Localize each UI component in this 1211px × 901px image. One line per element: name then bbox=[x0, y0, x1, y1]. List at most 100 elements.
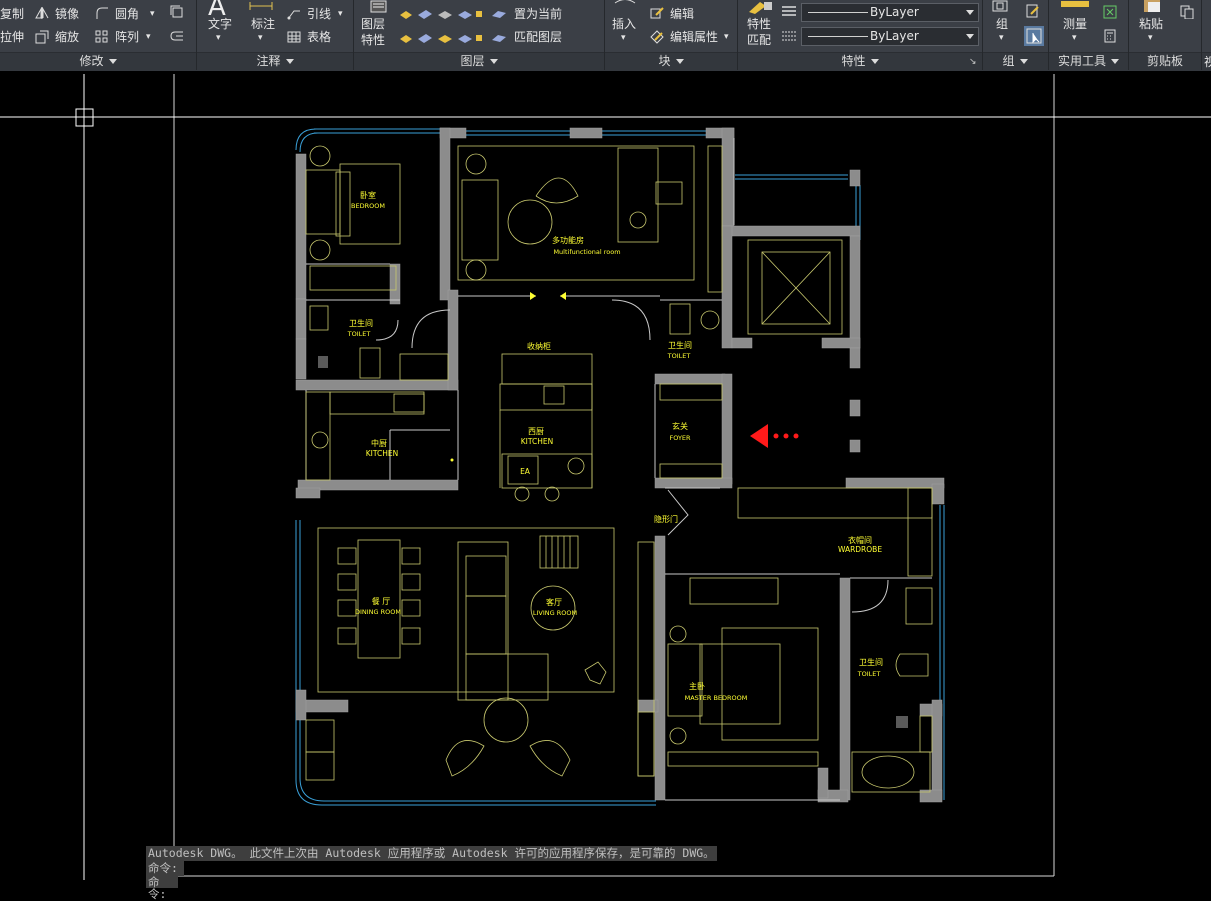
fillet-dropdown-icon[interactable]: ▾ bbox=[150, 7, 155, 21]
insert-dropdown-icon[interactable]: ▾ bbox=[621, 31, 626, 45]
group-select-toggle-icon[interactable] bbox=[1024, 26, 1044, 46]
entrance-arrow-icon bbox=[750, 424, 799, 448]
layer-tools-row2-icon[interactable] bbox=[398, 30, 510, 44]
leader-button[interactable]: 引线 bbox=[307, 7, 331, 21]
block-edit-button[interactable]: 编辑 bbox=[670, 7, 694, 21]
crosshair-cursor bbox=[0, 74, 1211, 880]
edit-attribute-dropdown-icon[interactable]: ▾ bbox=[724, 30, 729, 44]
walls bbox=[295, 127, 945, 803]
label-toilet1-cn: 卫生间 bbox=[349, 318, 373, 328]
properties-dialog-launcher-icon[interactable]: ↘ bbox=[969, 55, 977, 69]
linetype-dropdown[interactable]: ByLayer bbox=[801, 27, 979, 46]
paste-dropdown-icon[interactable]: ▾ bbox=[1148, 31, 1153, 45]
floor-plan: 卧室 BEDROOM 多功能房 Multifunctional room 卫生间… bbox=[0, 74, 1211, 880]
label-foyer-cn: 玄关 bbox=[672, 421, 688, 431]
leader-icon[interactable] bbox=[287, 6, 301, 20]
utilities-group-title[interactable]: 实用工具 bbox=[1049, 53, 1128, 69]
layer-properties-button[interactable]: 图层 bbox=[361, 17, 385, 31]
text-button[interactable]: 文字 bbox=[208, 17, 232, 31]
label-kitchen2-cn: 西厨 bbox=[528, 427, 544, 436]
mirror-icon[interactable] bbox=[35, 6, 49, 20]
label-kitchen1-en: KITCHEN bbox=[366, 449, 399, 458]
label-dining-cn: 餐 厅 bbox=[372, 597, 391, 606]
fillet-icon[interactable] bbox=[95, 6, 109, 20]
stretch-button[interactable]: 拉伸 bbox=[0, 30, 24, 44]
label-living-cn: 客厅 bbox=[546, 597, 562, 607]
scale-button[interactable]: 缩放 bbox=[55, 30, 79, 44]
table-button[interactable]: 表格 bbox=[307, 30, 331, 44]
label-multi-en: Multifunctional room bbox=[553, 248, 620, 256]
label-bedroom-cn: 卧室 bbox=[360, 190, 376, 200]
label-wardrobe-cn: 衣帽间 bbox=[848, 535, 872, 545]
mirror-button[interactable]: 镜像 bbox=[55, 7, 79, 21]
match-properties-button-line2: 匹配 bbox=[747, 33, 772, 47]
lineweight-icon bbox=[782, 6, 796, 16]
block-edit-icon[interactable] bbox=[650, 6, 664, 20]
ribbon: 复制 拉伸 镜像 缩放 圆角 ▾ 阵列 ▾ 修改 A 文字 ▾ 标注 ▾ 引线 … bbox=[0, 0, 1211, 71]
annotation-group-title[interactable]: 注释 bbox=[197, 53, 353, 69]
match-properties-icon[interactable] bbox=[746, 0, 774, 14]
array-button[interactable]: 阵列 bbox=[115, 30, 139, 44]
layer-tools-row1-icon[interactable] bbox=[398, 6, 510, 20]
match-layer-button[interactable]: 匹配图层 bbox=[514, 30, 562, 44]
modify-group-title[interactable]: 修改 bbox=[0, 53, 196, 69]
calculator-icon[interactable] bbox=[1103, 29, 1117, 43]
label-foyer-en: FOYER bbox=[669, 434, 691, 442]
offset-icon[interactable] bbox=[170, 5, 184, 19]
room-labels: 卧室 BEDROOM 多功能房 Multifunctional room 卫生间… bbox=[347, 190, 883, 702]
drawing-area[interactable]: 卧室 BEDROOM 多功能房 Multifunctional room 卫生间… bbox=[0, 71, 1211, 883]
layer-properties-icon[interactable] bbox=[368, 0, 390, 14]
match-properties-button[interactable]: 特性 bbox=[747, 17, 771, 31]
block-group-title[interactable]: 块 bbox=[605, 53, 737, 69]
array-icon[interactable] bbox=[95, 30, 109, 44]
properties-group-title[interactable]: 特性 bbox=[738, 53, 982, 69]
label-hidden-door: 隐形门 bbox=[654, 514, 678, 524]
group-group-title[interactable]: 组 bbox=[983, 53, 1047, 69]
leader-dropdown-icon[interactable]: ▾ bbox=[338, 7, 343, 21]
label-ea: EA bbox=[520, 467, 531, 476]
table-icon[interactable] bbox=[287, 30, 301, 44]
group-button[interactable]: 组 bbox=[996, 17, 1008, 31]
text-dropdown-icon[interactable]: ▾ bbox=[216, 31, 221, 45]
lineweight-dropdown[interactable]: ByLayer bbox=[801, 3, 979, 22]
dimension-button[interactable]: 标注 bbox=[251, 17, 275, 31]
command-prompt-partial[interactable]: 命令: bbox=[146, 876, 178, 900]
label-bedroom-en: BEDROOM bbox=[351, 202, 385, 210]
edit-attribute-icon[interactable] bbox=[650, 30, 664, 44]
layer-properties-button-line2: 特性 bbox=[361, 33, 386, 47]
next-group-title-partial[interactable]: 视 bbox=[1204, 55, 1211, 69]
group-edit-icon[interactable] bbox=[1026, 4, 1040, 18]
group-dropdown-icon[interactable]: ▾ bbox=[999, 31, 1004, 45]
insert-block-icon[interactable] bbox=[612, 0, 638, 12]
measure-ruler-icon[interactable] bbox=[1060, 0, 1090, 8]
join-icon[interactable] bbox=[170, 29, 184, 43]
label-toilet2-cn: 卫生间 bbox=[668, 340, 692, 350]
label-kitchen1-cn: 中厨 bbox=[371, 438, 387, 448]
paste-icon[interactable] bbox=[1140, 0, 1164, 12]
set-current-button[interactable]: 置为当前 bbox=[514, 7, 562, 21]
label-multi-cn: 多功能房 bbox=[552, 235, 584, 245]
dimension-dropdown-icon[interactable]: ▾ bbox=[258, 31, 263, 45]
label-kitchen2-en: KITCHEN bbox=[521, 437, 554, 446]
group-icon[interactable] bbox=[990, 0, 1010, 12]
insert-button[interactable]: 插入 bbox=[612, 17, 636, 31]
label-toilet3-en: TOILET bbox=[857, 670, 881, 678]
clipboard-group-title[interactable]: 剪贴板 bbox=[1129, 53, 1201, 69]
paste-button[interactable]: 粘贴 bbox=[1139, 17, 1163, 31]
array-dropdown-icon[interactable]: ▾ bbox=[146, 30, 151, 44]
scale-icon[interactable] bbox=[35, 30, 49, 44]
dimension-icon[interactable] bbox=[248, 0, 274, 12]
layers-group-title[interactable]: 图层 bbox=[354, 53, 604, 69]
label-toilet3-cn: 卫生间 bbox=[859, 657, 883, 667]
quick-select-icon[interactable] bbox=[1103, 5, 1117, 19]
command-history: Autodesk DWG。 此文件上次由 Autodesk 应用程序或 Auto… bbox=[146, 846, 717, 861]
command-prompt[interactable]: 命令: bbox=[146, 861, 184, 876]
edit-attribute-button[interactable]: 编辑属性 bbox=[670, 30, 718, 44]
copy-clip-icon[interactable] bbox=[1180, 5, 1194, 19]
label-storage: 收纳柜 bbox=[527, 341, 551, 351]
measure-button[interactable]: 测量 bbox=[1063, 17, 1087, 31]
measure-dropdown-icon[interactable]: ▾ bbox=[1072, 31, 1077, 45]
fillet-button[interactable]: 圆角 bbox=[115, 7, 139, 21]
command-line: Autodesk DWG。 此文件上次由 Autodesk 应用程序或 Auto… bbox=[146, 846, 717, 900]
copy-button[interactable]: 复制 bbox=[0, 7, 24, 21]
